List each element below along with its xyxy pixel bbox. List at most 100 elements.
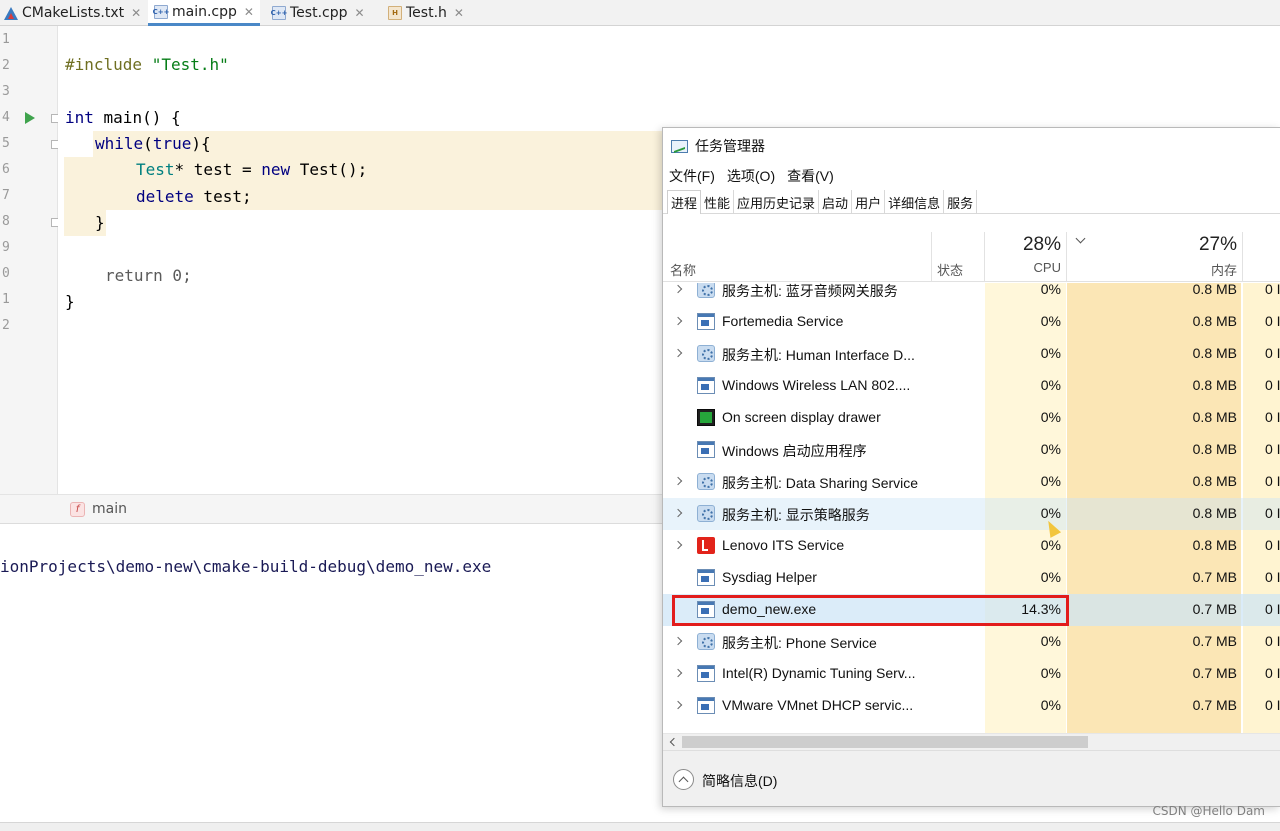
process-row-selected[interactable]: demo_new.exe 14.3% 0.7 MB 0 I xyxy=(663,594,1280,626)
chevron-right-icon[interactable] xyxy=(673,348,683,358)
column-name[interactable]: 名称 xyxy=(670,260,696,279)
tab-performance[interactable]: 性能 xyxy=(701,190,735,214)
chevron-right-icon[interactable] xyxy=(673,476,683,486)
process-row[interactable]: 服务主机: 蓝牙音频网关服务 0% 0.8 MB 0 I xyxy=(663,283,1280,306)
menu-bar: 文件(F) 选项(O) 查看(V) xyxy=(669,166,846,186)
code-line-8: } xyxy=(95,213,105,232)
run-icon[interactable] xyxy=(25,112,35,124)
tab-services[interactable]: 服务 xyxy=(944,190,978,214)
lenovo-icon xyxy=(697,537,715,554)
process-disk: 0 I xyxy=(1265,283,1280,297)
process-row[interactable]: 服务主机: Phone Service 0% 0.7 MB 0 I xyxy=(663,626,1280,658)
process-name: Fortemedia Service xyxy=(722,313,844,329)
tab-label: main.cpp xyxy=(172,3,237,20)
breadcrumb-item-main[interactable]: main xyxy=(92,501,127,517)
fn-app-icon xyxy=(697,409,715,426)
task-manager-window[interactable]: 任务管理器 文件(F) 选项(O) 查看(V) 进程 性能 应用历史记录 启动 … xyxy=(662,127,1280,807)
process-row[interactable]: Fortemedia Service 0% 0.8 MB 0 I xyxy=(663,306,1280,338)
process-row[interactable]: On screen display drawer 0% 0.8 MB 0 I xyxy=(663,402,1280,434)
process-name: 服务主机: 蓝牙音频网关服务 xyxy=(722,283,898,299)
tab-test-h[interactable]: H Test.h ✕ xyxy=(388,0,464,26)
code-token: ){ xyxy=(191,134,211,153)
chevron-right-icon[interactable] xyxy=(673,540,683,550)
cmake-icon xyxy=(4,6,18,20)
tab-users[interactable]: 用户 xyxy=(852,190,886,214)
tab-processes[interactable]: 进程 xyxy=(667,190,702,214)
window-icon xyxy=(697,697,715,714)
process-name: VMware VMnet DHCP servic... xyxy=(722,697,914,713)
chevron-right-icon[interactable] xyxy=(673,700,683,710)
process-cpu: 0% xyxy=(1040,665,1061,681)
editor-tab-bar: CMakeLists.txt ✕ C++ main.cpp ✕ C++ Test… xyxy=(0,0,1280,26)
process-name: Windows 启动应用程序 xyxy=(722,443,867,459)
horizontal-scrollbar[interactable] xyxy=(663,733,1280,750)
tab-cmakelists[interactable]: CMakeLists.txt ✕ xyxy=(4,0,141,26)
process-name: Windows Wireless LAN 802.... xyxy=(722,377,911,393)
column-status[interactable]: 状态 xyxy=(937,260,963,279)
code-token: "Test.h" xyxy=(151,55,229,74)
process-name: 服务主机: Human Interface D... xyxy=(722,347,915,363)
process-cpu: 0% xyxy=(1040,505,1061,521)
line-number: 3 xyxy=(2,84,10,99)
close-icon[interactable]: ✕ xyxy=(355,6,365,20)
gear-icon xyxy=(697,473,715,490)
process-row[interactable]: VMware VMnet DHCP servic... 0% 0.7 MB 0 I xyxy=(663,690,1280,722)
process-memory: 0.7 MB xyxy=(1192,665,1237,681)
cpp-file-icon: C++ xyxy=(153,4,169,19)
fewer-details-button[interactable]: 简略信息(D) xyxy=(702,771,777,791)
window-title-bar[interactable]: 任务管理器 xyxy=(671,136,765,156)
chevron-right-icon[interactable] xyxy=(673,316,683,326)
code-token: delete xyxy=(136,187,194,206)
process-list[interactable]: 服务主机: 蓝牙音频网关服务 0% 0.8 MB 0 I Fortemedia Serv… xyxy=(663,283,1280,733)
process-row[interactable]: 服务主机: Human Interface D... 0% 0.8 MB 0 I xyxy=(663,338,1280,370)
gear-icon xyxy=(697,283,715,298)
close-icon[interactable]: ✕ xyxy=(454,6,464,20)
process-row[interactable]: 服务主机: Data Sharing Service 0% 0.8 MB 0 I xyxy=(663,466,1280,498)
tab-startup[interactable]: 启动 xyxy=(819,190,853,214)
code-token: true xyxy=(152,134,192,153)
chevron-right-icon[interactable] xyxy=(673,636,683,646)
chevron-right-icon[interactable] xyxy=(673,668,683,678)
menu-view[interactable]: 查看(V) xyxy=(787,166,834,186)
tab-main-cpp[interactable]: C++ main.cpp ✕ xyxy=(148,0,260,26)
menu-options[interactable]: 选项(O) xyxy=(727,166,775,186)
cpu-total[interactable]: 28% xyxy=(985,234,1061,256)
process-row[interactable]: Windows Wireless LAN 802.... 0% 0.8 MB 0 I xyxy=(663,370,1280,402)
process-cpu: 0% xyxy=(1040,313,1061,329)
line-number: 7 xyxy=(2,188,10,203)
process-memory: 0.7 MB xyxy=(1192,601,1237,617)
process-row[interactable]: Intel(R) Dynamic Tuning Serv... 0% 0.7 MB 0… xyxy=(663,658,1280,690)
tab-details[interactable]: 详细信息 xyxy=(885,190,945,214)
scroll-left-icon[interactable] xyxy=(669,737,679,747)
function-icon: f xyxy=(70,502,85,517)
process-cpu: 0% xyxy=(1040,441,1061,457)
process-row[interactable]: Lenovo ITS Service 0% 0.8 MB 0 I xyxy=(663,530,1280,562)
gear-icon xyxy=(697,633,715,650)
close-icon[interactable]: ✕ xyxy=(131,6,141,20)
process-row[interactable]: 服务主机: 显示策略服务 0% 0.8 MB 0 I xyxy=(663,498,1280,530)
process-row[interactable]: Windows 启动应用程序 0% 0.8 MB 0 I xyxy=(663,434,1280,466)
line-number: 2 xyxy=(2,318,10,333)
close-icon[interactable]: ✕ xyxy=(244,5,254,19)
scrollbar-thumb[interactable] xyxy=(682,736,1088,748)
tab-app-history[interactable]: 应用历史记录 xyxy=(734,190,820,214)
process-cpu: 0% xyxy=(1040,473,1061,489)
column-memory[interactable]: 内存 xyxy=(1067,260,1237,279)
chevron-right-icon[interactable] xyxy=(673,284,683,294)
process-disk: 0 I xyxy=(1265,313,1280,329)
code-token: } xyxy=(95,213,105,232)
process-memory: 0.8 MB xyxy=(1192,377,1237,393)
process-disk: 0 I xyxy=(1265,473,1280,489)
process-row[interactable]: Sysdiag Helper 0% 0.7 MB 0 I xyxy=(663,562,1280,594)
process-memory: 0.8 MB xyxy=(1192,441,1237,457)
code-line-2: #include "Test.h" xyxy=(65,55,229,74)
footer: 简略信息(D) xyxy=(663,750,1280,806)
menu-file[interactable]: 文件(F) xyxy=(669,166,715,186)
tab-test-cpp[interactable]: C++ Test.cpp ✕ xyxy=(271,0,365,26)
process-cpu: 0% xyxy=(1040,377,1061,393)
column-cpu[interactable]: CPU xyxy=(985,260,1061,275)
memory-total[interactable]: 27% xyxy=(1067,234,1237,256)
header-file-icon: H xyxy=(388,6,402,20)
chevron-up-icon[interactable] xyxy=(673,769,694,790)
process-disk: 0 I xyxy=(1265,345,1280,361)
